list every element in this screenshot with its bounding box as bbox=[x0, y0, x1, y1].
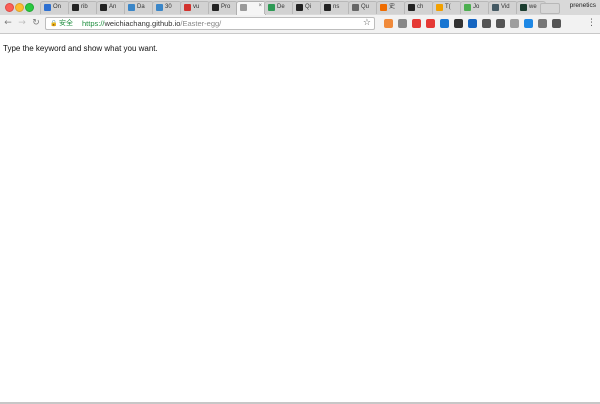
github-icon bbox=[324, 4, 331, 11]
github-icon bbox=[212, 4, 219, 11]
ghost-icon[interactable] bbox=[552, 19, 561, 28]
orange-icon bbox=[380, 4, 387, 11]
tab-strip: On rib An Da 30 vu Pro × De Qi ns Qu 史 ch T( Jo Vid we pr… bbox=[0, 0, 600, 15]
monitor-icon bbox=[492, 4, 499, 11]
url-path: /Easter-egg/ bbox=[180, 19, 222, 28]
url-scheme: https:// bbox=[82, 19, 105, 28]
reload-icon[interactable]: ↻ bbox=[31, 18, 41, 29]
code-icon bbox=[352, 4, 359, 11]
close-window-icon[interactable] bbox=[5, 3, 14, 12]
browser-tab[interactable]: Jo bbox=[460, 1, 490, 14]
tab-label: De bbox=[277, 4, 285, 10]
browser-tab[interactable]: On bbox=[40, 1, 70, 14]
dark-green-icon bbox=[520, 4, 527, 11]
tab-label: Qu bbox=[361, 4, 370, 10]
browser-tab[interactable]: rib bbox=[68, 1, 98, 14]
browser-tab[interactable]: Da bbox=[124, 1, 154, 14]
browser-tab[interactable]: Vid bbox=[488, 1, 518, 14]
tab-label: Jo bbox=[473, 4, 480, 10]
tab-label: Da bbox=[137, 4, 145, 10]
abp-icon[interactable] bbox=[412, 19, 421, 28]
tab-label: Pro bbox=[221, 4, 231, 10]
cloud-icon bbox=[268, 4, 275, 11]
tab-label: we bbox=[529, 4, 537, 10]
browser-toolbar: ← → ↻ 🔒 安全 https://weichiachang.github.i… bbox=[0, 15, 600, 34]
browser-tab[interactable]: 史 bbox=[376, 1, 406, 14]
bookmark-star-icon[interactable]: ☆ bbox=[363, 18, 371, 28]
opera-icon[interactable] bbox=[426, 19, 435, 28]
box-icon[interactable] bbox=[510, 19, 519, 28]
browser-tab[interactable]: An bbox=[96, 1, 126, 14]
browser-tab[interactable]: vu bbox=[180, 1, 210, 14]
secure-label: 安全 bbox=[59, 20, 73, 27]
tab-label: On bbox=[53, 4, 62, 10]
image-icon bbox=[156, 4, 163, 11]
zoom-window-icon[interactable] bbox=[25, 3, 34, 12]
red-square-icon bbox=[184, 4, 191, 11]
instruction-text: Type the keyword and show what you want. bbox=[3, 44, 158, 53]
tab-label: 史 bbox=[389, 4, 396, 10]
tab-label: 30 bbox=[165, 4, 172, 10]
tab-label: vu bbox=[193, 4, 200, 10]
s-icon[interactable] bbox=[524, 19, 533, 28]
tab-label: ch bbox=[417, 4, 424, 10]
url-host: weichiachang.github.io bbox=[104, 19, 181, 28]
page-content: Type the keyword and show what you want. bbox=[0, 34, 600, 404]
close-tab-icon[interactable]: × bbox=[258, 3, 262, 9]
url-text[interactable]: https://weichiachang.github.io/Easter-eg… bbox=[82, 19, 221, 29]
browser-tab[interactable]: ns bbox=[320, 1, 350, 14]
forward-arrow-icon[interactable]: → bbox=[17, 18, 27, 29]
orange-c-icon bbox=[436, 4, 443, 11]
github-icon bbox=[100, 4, 107, 11]
menu-dots-icon[interactable]: ⋮ bbox=[587, 18, 596, 28]
browser-window: On rib An Da 30 vu Pro × De Qi ns Qu 史 ch T( Jo Vid we pr… bbox=[0, 0, 600, 34]
map-icon bbox=[464, 4, 471, 11]
flask-icon[interactable] bbox=[454, 19, 463, 28]
profile-name[interactable]: prenetics bbox=[570, 2, 596, 9]
wave-icon[interactable] bbox=[440, 19, 449, 28]
grid-icon[interactable] bbox=[482, 19, 491, 28]
browser-tab[interactable]: Qi bbox=[292, 1, 322, 14]
vue-ext-icon[interactable] bbox=[468, 19, 477, 28]
browser-tab[interactable]: T( bbox=[432, 1, 462, 14]
browser-tab[interactable]: ch bbox=[404, 1, 434, 14]
tab-label: Vid bbox=[501, 4, 510, 10]
browser-tab[interactable]: Pro bbox=[208, 1, 238, 14]
swoosh-icon[interactable] bbox=[384, 19, 393, 28]
tab-label: ns bbox=[333, 4, 340, 10]
browser-tab[interactable]: Qu bbox=[348, 1, 378, 14]
address-bar[interactable]: 🔒 安全 https://weichiachang.github.io/East… bbox=[45, 17, 375, 30]
tab-label: rib bbox=[81, 4, 88, 10]
new-tab-button[interactable] bbox=[540, 3, 560, 14]
page-icon bbox=[240, 4, 247, 11]
browser-tab[interactable]: × bbox=[236, 1, 266, 15]
lock-icon: 🔒 bbox=[50, 20, 58, 27]
tab-label: T( bbox=[445, 4, 451, 10]
vue-icon bbox=[44, 4, 51, 11]
browser-tab[interactable]: De bbox=[264, 1, 294, 14]
github-icon bbox=[72, 4, 79, 11]
a-icon[interactable] bbox=[496, 19, 505, 28]
github-icon bbox=[296, 4, 303, 11]
github-icon bbox=[408, 4, 415, 11]
gear-ext-icon[interactable] bbox=[538, 19, 547, 28]
tab-label: An bbox=[109, 4, 117, 10]
tab-label: Qi bbox=[305, 4, 311, 10]
back-arrow-icon[interactable]: ← bbox=[3, 18, 13, 29]
browser-tab[interactable]: 30 bbox=[152, 1, 182, 14]
image-icon bbox=[128, 4, 135, 11]
xx-icon[interactable] bbox=[398, 19, 407, 28]
minimize-window-icon[interactable] bbox=[15, 3, 24, 12]
